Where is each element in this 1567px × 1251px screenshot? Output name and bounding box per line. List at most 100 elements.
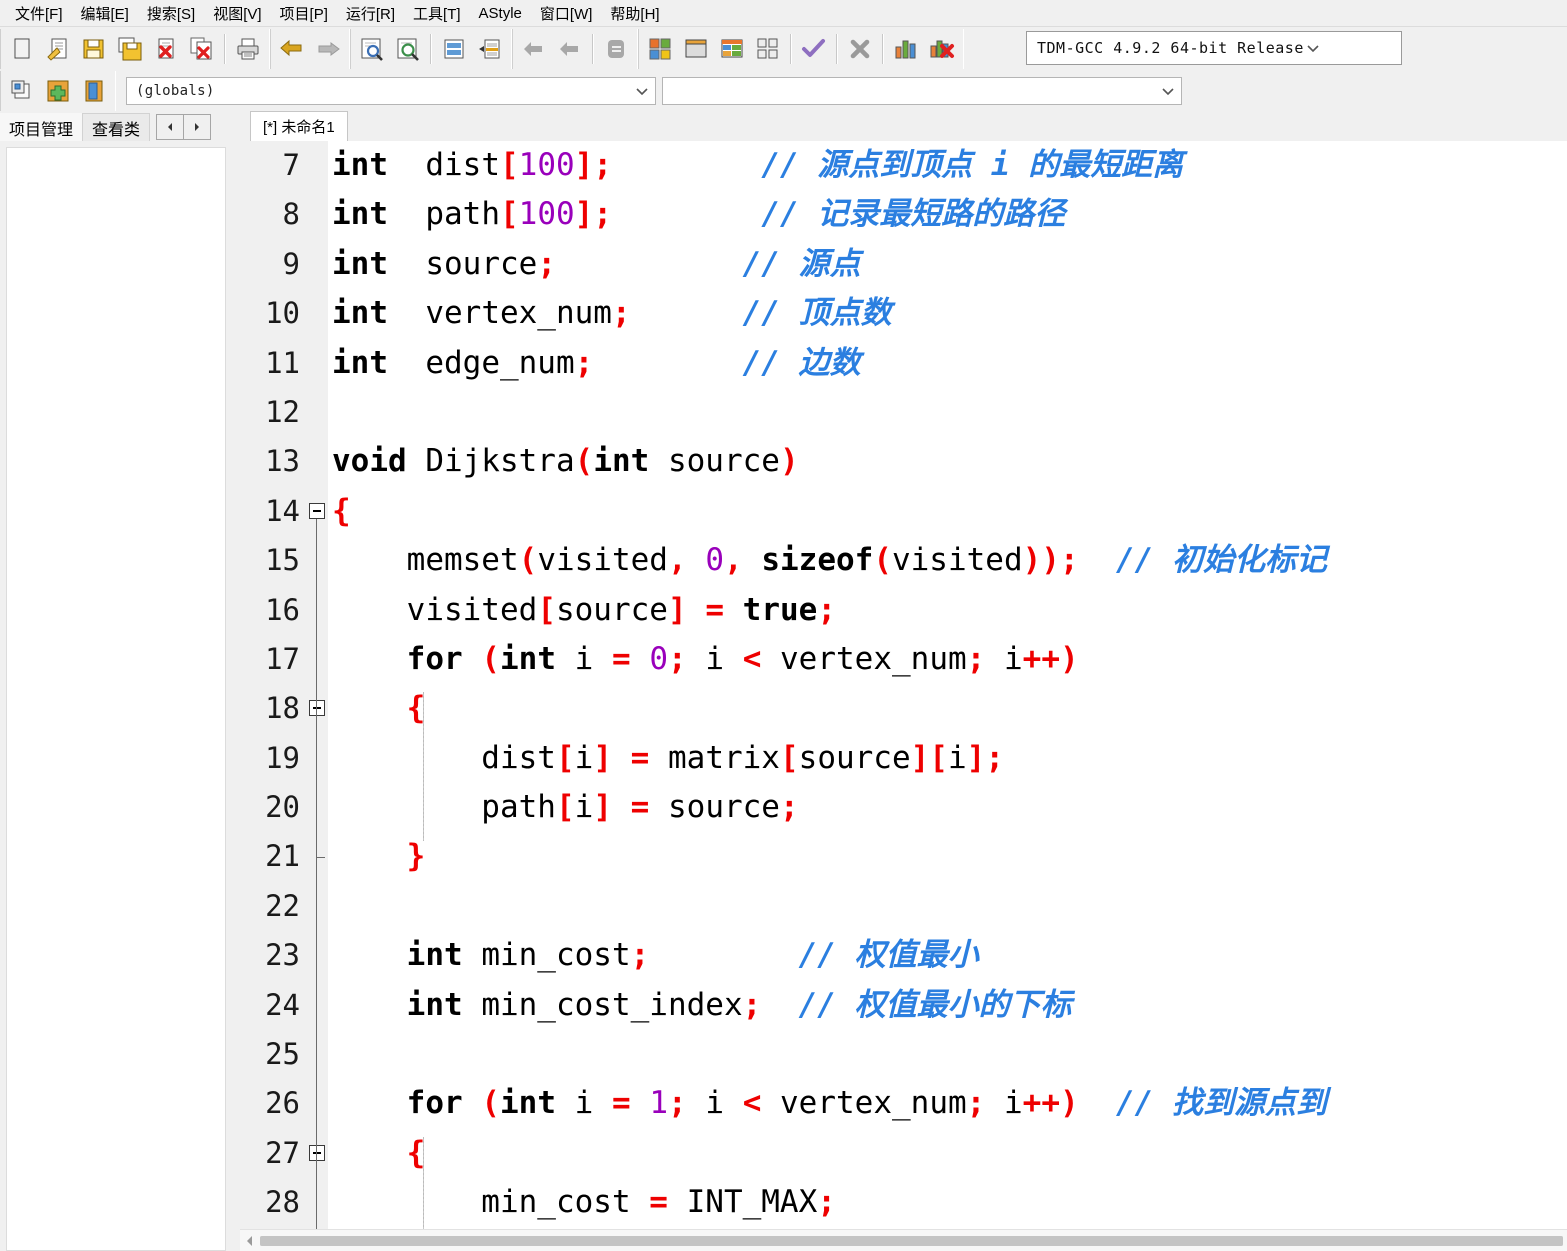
- open-file-icon[interactable]: [40, 31, 76, 67]
- menu-view[interactable]: 视图[V]: [204, 1, 270, 26]
- profile-icon[interactable]: [888, 31, 924, 67]
- print-icon[interactable]: [230, 31, 266, 67]
- compile-check-icon[interactable]: [796, 31, 832, 67]
- code-line[interactable]: visited[source] = true;: [328, 586, 1567, 635]
- tab-prev-button[interactable]: [156, 114, 185, 140]
- fold-row[interactable]: [306, 536, 328, 585]
- menu-edit[interactable]: 编辑[E]: [72, 1, 138, 26]
- fold-row[interactable]: [306, 931, 328, 980]
- code-area[interactable]: int dist[100]; // 源点到顶点 i 的最短距离 int path[…: [328, 141, 1567, 1229]
- fold-row[interactable]: [306, 1129, 328, 1178]
- fold-row[interactable]: [306, 190, 328, 239]
- code-line[interactable]: {: [328, 487, 1567, 536]
- fold-collapse-icon[interactable]: [309, 1144, 325, 1161]
- code-line[interactable]: [328, 1030, 1567, 1079]
- menu-search[interactable]: 搜索[S]: [138, 1, 204, 26]
- fold-row[interactable]: [306, 734, 328, 783]
- fold-row[interactable]: [306, 1079, 328, 1128]
- menu-project[interactable]: 项目[P]: [271, 1, 337, 26]
- fold-row[interactable]: [306, 289, 328, 338]
- code-line[interactable]: int vertex_num; // 顶点数: [328, 289, 1567, 338]
- code-line[interactable]: int min_cost_index; // 权值最小的下标: [328, 981, 1567, 1030]
- replace-icon[interactable]: [390, 31, 426, 67]
- fold-row[interactable]: [306, 783, 328, 832]
- save-all-icon[interactable]: [112, 31, 148, 67]
- menu-astyle[interactable]: AStyle: [470, 3, 531, 24]
- abort-icon[interactable]: [598, 31, 634, 67]
- menu-file[interactable]: 文件[F]: [6, 1, 72, 26]
- menu-run[interactable]: 运行[R]: [337, 1, 404, 26]
- undo-icon[interactable]: [274, 31, 310, 67]
- run-icon[interactable]: [678, 31, 714, 67]
- code-line[interactable]: dist[i] = matrix[source][i];: [328, 734, 1567, 783]
- step-back-icon[interactable]: [516, 31, 552, 67]
- redo-icon[interactable]: [310, 31, 346, 67]
- close-file-icon[interactable]: [148, 31, 184, 67]
- new-file-icon[interactable]: [4, 31, 40, 67]
- code-line[interactable]: {: [328, 1129, 1567, 1178]
- fold-row[interactable]: [306, 635, 328, 684]
- code-line[interactable]: int path[100]; // 记录最短路的路径: [328, 190, 1567, 239]
- document-tab[interactable]: [*] 未命名1: [250, 111, 348, 141]
- horizontal-scrollbar[interactable]: [240, 1229, 1567, 1251]
- code-line[interactable]: void Dijkstra(int source): [328, 437, 1567, 486]
- fold-row[interactable]: [306, 388, 328, 437]
- fold-row[interactable]: [306, 586, 328, 635]
- scrollbar-track[interactable]: [260, 1235, 1563, 1246]
- code-line[interactable]: min_cost = INT_MAX;: [328, 1178, 1567, 1227]
- fold-row[interactable]: [306, 141, 328, 190]
- find-icon[interactable]: [354, 31, 390, 67]
- scrollbar-thumb[interactable]: [260, 1235, 1563, 1246]
- fold-row[interactable]: [306, 882, 328, 931]
- compiler-select[interactable]: TDM-GCC 4.9.2 64-bit Release: [1026, 31, 1402, 65]
- fold-row[interactable]: [306, 240, 328, 289]
- step-forward-icon[interactable]: [552, 31, 588, 67]
- code-line[interactable]: for (int i = 0; i < vertex_num; i++): [328, 635, 1567, 684]
- build-and-run-icon[interactable]: [714, 31, 750, 67]
- code-line[interactable]: int edge_num; // 边数: [328, 339, 1567, 388]
- menu-tools[interactable]: 工具[T]: [404, 1, 470, 26]
- symbol-select[interactable]: [662, 77, 1182, 105]
- code-line[interactable]: [328, 388, 1567, 437]
- menu-help[interactable]: 帮助[H]: [601, 1, 668, 26]
- fold-margin[interactable]: [306, 141, 328, 1229]
- class-browser-icon[interactable]: [76, 73, 112, 109]
- code-line[interactable]: memset(visited, 0, sizeof(visited)); // …: [328, 536, 1567, 585]
- code-line[interactable]: }: [328, 832, 1567, 881]
- fold-collapse-icon[interactable]: [309, 502, 325, 519]
- add-member-icon[interactable]: [40, 73, 76, 109]
- fold-row[interactable]: [306, 981, 328, 1030]
- code-line[interactable]: [328, 882, 1567, 931]
- goto-line-icon[interactable]: [436, 31, 472, 67]
- delete-profile-icon[interactable]: [924, 31, 960, 67]
- panel-tab-1[interactable]: 查看类: [82, 113, 151, 141]
- fold-row[interactable]: [306, 487, 328, 536]
- scope-select[interactable]: (globals): [126, 77, 656, 105]
- fold-row[interactable]: [306, 339, 328, 388]
- stop-icon[interactable]: [842, 31, 878, 67]
- code-line[interactable]: for (int i = 1; i < vertex_num; i++) // …: [328, 1079, 1567, 1128]
- close-all-icon[interactable]: [184, 31, 220, 67]
- panel-tab-0[interactable]: 项目管理: [0, 113, 83, 141]
- splitter[interactable]: [232, 141, 240, 1251]
- fold-row[interactable]: [306, 1178, 328, 1227]
- new-class-icon[interactable]: [4, 73, 40, 109]
- code-line[interactable]: path[i] = source;: [328, 783, 1567, 832]
- fold-row[interactable]: [306, 1030, 328, 1079]
- rebuild-icon[interactable]: [750, 31, 786, 67]
- tab-next-button[interactable]: [184, 114, 212, 140]
- scroll-left-arrow[interactable]: [242, 1233, 258, 1249]
- code-line[interactable]: int dist[100]; // 源点到顶点 i 的最短距离: [328, 141, 1567, 190]
- code-line[interactable]: {: [328, 684, 1567, 733]
- fold-row[interactable]: [306, 437, 328, 486]
- save-icon[interactable]: [76, 31, 112, 67]
- code-line[interactable]: int min_cost; // 权值最小: [328, 931, 1567, 980]
- toggle-bookmark-icon[interactable]: [472, 31, 508, 67]
- build-icon[interactable]: [642, 31, 678, 67]
- code-editor[interactable]: 7 8 9 10 11 12 13 14 15 16 17 18 19 20 21 22 23 24 25 26 27 2…: [240, 141, 1567, 1229]
- code-line[interactable]: int source; // 源点: [328, 240, 1567, 289]
- fold-row[interactable]: [306, 684, 328, 733]
- fold-collapse-icon[interactable]: [309, 700, 325, 717]
- menu-window[interactable]: 窗口[W]: [531, 1, 602, 26]
- project-tree[interactable]: [6, 147, 226, 1251]
